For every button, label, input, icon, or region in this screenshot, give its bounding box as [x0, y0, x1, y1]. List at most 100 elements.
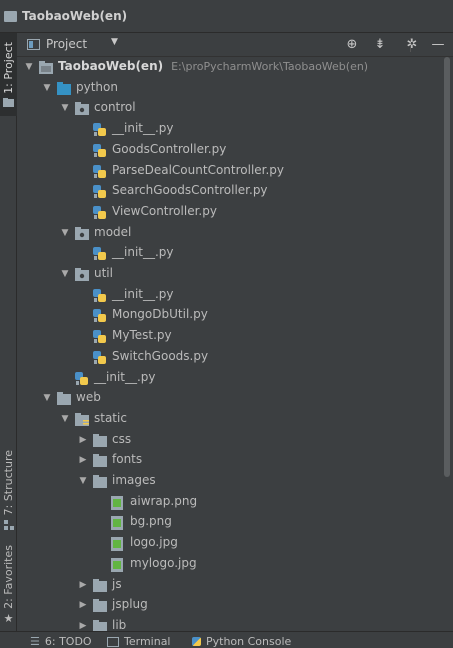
tree-item[interactable]: __init__.py [17, 243, 441, 263]
tree-item-label: mylogo.jpg [130, 556, 197, 570]
collapse-arrow-icon[interactable]: ▶ [77, 450, 89, 470]
tree-item[interactable]: SearchGoodsController.py [17, 181, 441, 201]
collapse-arrow-icon[interactable]: ▶ [77, 575, 89, 595]
tree-item[interactable]: ▼ util [17, 264, 441, 284]
tree-item[interactable]: ▶ fonts [17, 450, 441, 470]
python-file-icon [93, 165, 107, 178]
tree-item[interactable]: ParseDealCountController.py [17, 161, 441, 181]
minimize-icon[interactable]: — [429, 36, 447, 54]
tree-item-label: bg.png [130, 514, 172, 528]
tree-item-label: web [76, 390, 101, 404]
folder-icon [3, 97, 14, 107]
expand-arrow-icon[interactable]: ▼ [59, 264, 71, 284]
tree-item[interactable]: __init__.py [17, 285, 441, 305]
tree-item[interactable]: aiwrap.png [17, 492, 441, 512]
tool-tab-python-console-label: Python Console [206, 635, 292, 648]
tree-item[interactable]: logo.jpg [17, 533, 441, 553]
collapse-all-icon[interactable]: ⇟ [371, 36, 389, 54]
tool-tab-favorites[interactable]: 2: Favorites ★ [0, 541, 17, 629]
project-path: E:\proPycharmWork\TaobaoWeb(en) [171, 60, 369, 73]
tree-item[interactable]: ▼ images [17, 471, 441, 491]
expand-arrow-icon[interactable]: ▼ [23, 57, 35, 77]
tree-item[interactable]: ▶ lib [17, 616, 441, 631]
tree-item-label: MongoDbUtil.py [112, 307, 208, 321]
tree-item[interactable]: SwitchGoods.py [17, 347, 441, 367]
tree-item-label: ViewController.py [112, 204, 217, 218]
tree-item[interactable]: ▼ TaobaoWeb(en) E:\proPycharmWork\TaobaoWe… [17, 57, 441, 77]
image-file-icon [111, 496, 125, 510]
folder-icon [93, 434, 107, 447]
tree-item-label: __init__.py [112, 245, 174, 259]
image-file-icon [111, 516, 125, 530]
tree-item[interactable]: __init__.py [17, 119, 441, 139]
terminal-icon [107, 636, 119, 647]
tree-item-label: __init__.py [112, 121, 174, 135]
gear-icon[interactable]: ✲ [403, 36, 421, 54]
expand-arrow-icon[interactable]: ▼ [77, 471, 89, 491]
tree-item[interactable]: GoodsController.py [17, 140, 441, 160]
tool-tab-project-label: 1: Project [2, 42, 15, 94]
source-folder-icon [57, 82, 71, 95]
chevron-down-icon[interactable]: ▼ [111, 37, 118, 47]
tree-item[interactable]: ViewController.py [17, 202, 441, 222]
tree-item[interactable]: ▼ web [17, 388, 441, 408]
tree-item[interactable]: MongoDbUtil.py [17, 305, 441, 325]
tree-item-label: js [112, 577, 122, 591]
expand-arrow-icon[interactable]: ▼ [59, 98, 71, 118]
image-file-icon [111, 537, 125, 551]
tree-item-label: __init__.py [94, 370, 156, 384]
collapse-arrow-icon[interactable]: ▶ [77, 616, 89, 631]
tree-item[interactable]: bg.png [17, 512, 441, 532]
tool-tab-project[interactable]: 1: Project [0, 33, 17, 116]
star-icon: ★ [3, 612, 14, 626]
tool-tab-structure[interactable]: 7: Structure [0, 446, 17, 534]
python-file-icon [93, 247, 107, 260]
expand-arrow-icon[interactable]: ▼ [59, 223, 71, 243]
tree-item[interactable]: mylogo.jpg [17, 554, 441, 574]
folder-icon [93, 454, 107, 467]
package-folder-icon [75, 102, 89, 115]
tree-item-label: images [112, 473, 156, 487]
window-title: TaobaoWeb(en) [22, 9, 128, 23]
project-view-selector[interactable]: Project [46, 37, 87, 51]
python-file-icon [93, 351, 107, 364]
expand-arrow-icon[interactable]: ▼ [59, 409, 71, 429]
tree-item-label: static [94, 411, 127, 425]
tree-item-label: model [94, 225, 132, 239]
tree-item[interactable]: ▼ static [17, 409, 441, 429]
python-file-icon [93, 289, 107, 302]
tree-item[interactable]: ▼ python [17, 78, 441, 98]
scrollbar-thumb[interactable] [444, 57, 450, 477]
tree-item-label: GoodsController.py [112, 142, 227, 156]
tree-scrollbar[interactable] [442, 57, 451, 477]
tool-tab-python-console[interactable]: Python Console [192, 635, 291, 648]
tree-item[interactable]: ▶ css [17, 430, 441, 450]
package-folder-icon [75, 227, 89, 240]
tree-item-label: __init__.py [112, 287, 174, 301]
folder-icon [93, 475, 107, 488]
folder-icon [93, 599, 107, 612]
collapse-arrow-icon[interactable]: ▶ [77, 595, 89, 615]
tree-item[interactable]: __init__.py [17, 368, 441, 388]
tree-item[interactable]: ▼ model [17, 223, 441, 243]
python-file-icon [93, 330, 107, 343]
tool-tab-favorites-label: 2: Favorites [2, 544, 15, 609]
target-icon[interactable]: ⊕ [343, 36, 361, 54]
expand-arrow-icon[interactable]: ▼ [41, 388, 53, 408]
tree-item[interactable]: ▶ jsplug [17, 595, 441, 615]
python-file-icon [93, 309, 107, 322]
collapse-arrow-icon[interactable]: ▶ [77, 430, 89, 450]
folder-icon [93, 579, 107, 592]
tree-item-label: SwitchGoods.py [112, 349, 209, 363]
tool-tab-terminal[interactable]: Terminal [107, 635, 171, 648]
tool-tab-todo[interactable]: ☰ 6: TODO [30, 635, 92, 648]
tree-item[interactable]: ▶ js [17, 575, 441, 595]
tree-item[interactable]: MyTest.py [17, 326, 441, 346]
project-view-icon [27, 39, 40, 50]
tree-item[interactable]: ▼ control [17, 98, 441, 118]
image-file-icon [111, 558, 125, 572]
tree-item-label: TaobaoWeb(en) E:\proPycharmWork\TaobaoWeb… [58, 59, 369, 73]
expand-arrow-icon[interactable]: ▼ [41, 78, 53, 98]
tree-item-label: control [94, 100, 136, 114]
structure-icon [3, 519, 14, 530]
